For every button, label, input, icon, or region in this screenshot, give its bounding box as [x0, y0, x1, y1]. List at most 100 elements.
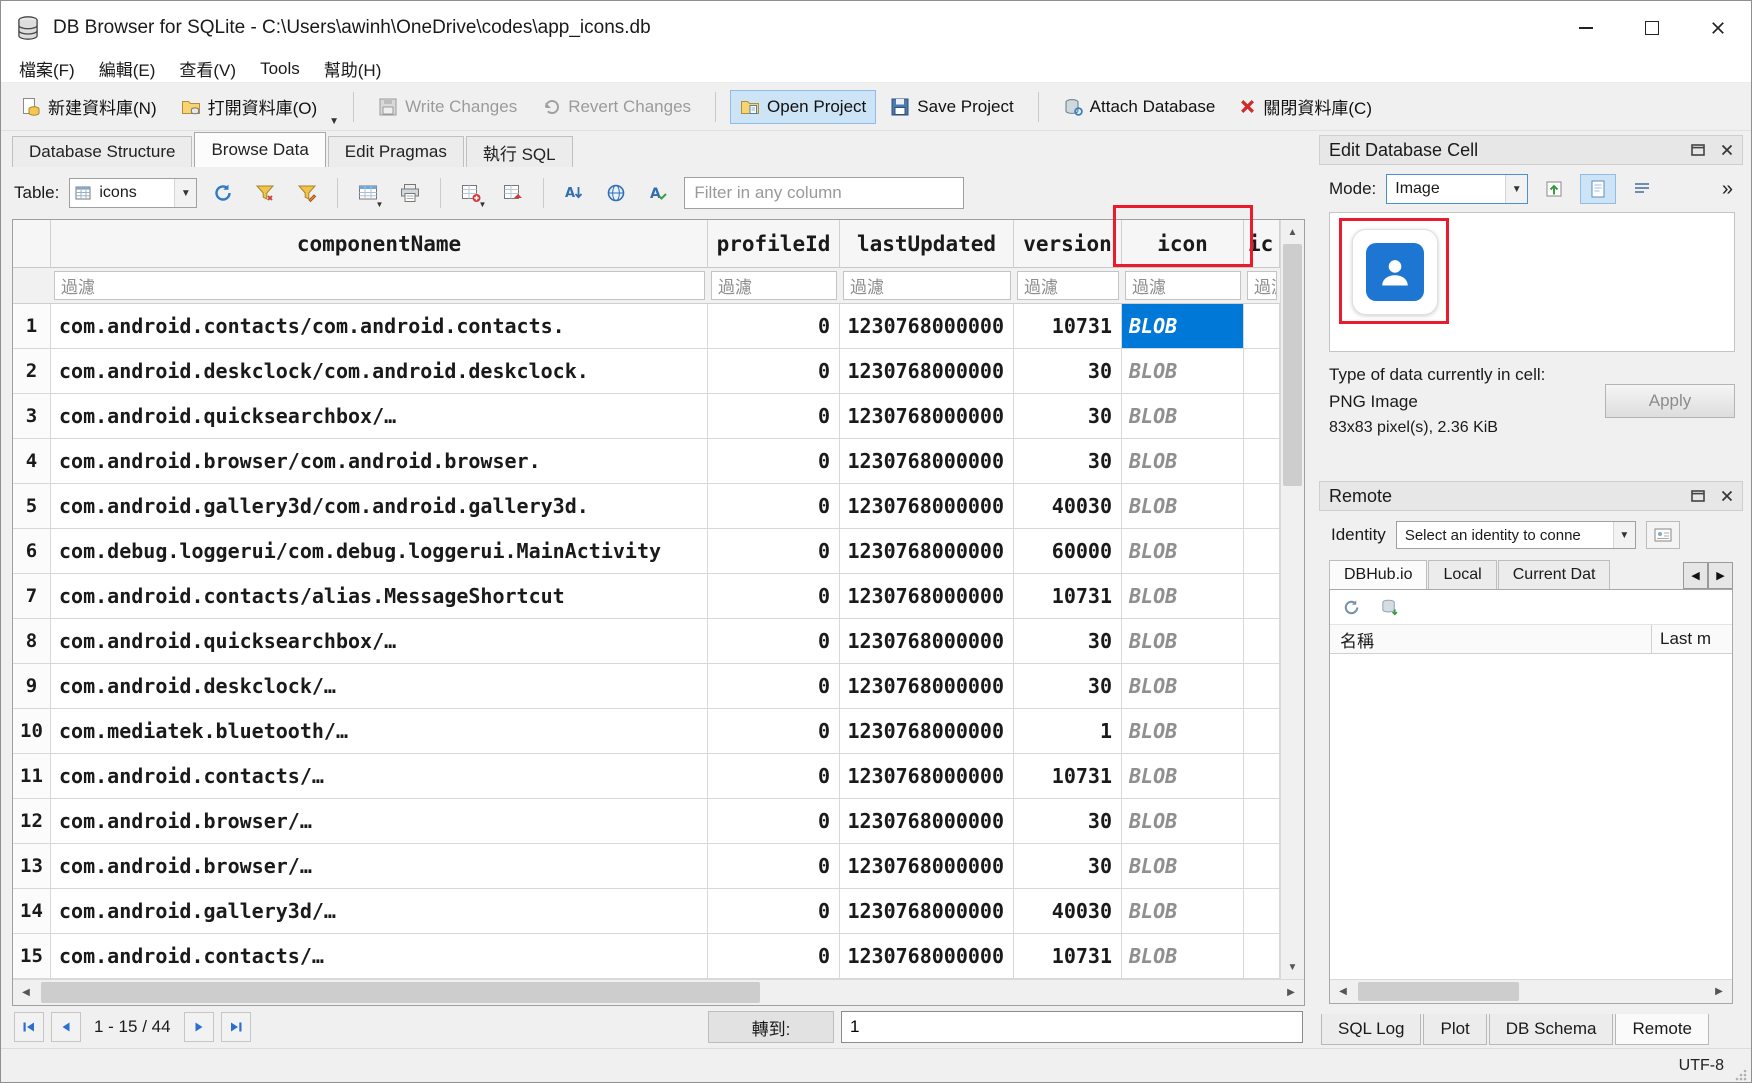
cell-partial[interactable] [1244, 394, 1280, 439]
spell-check-button[interactable]: A [642, 177, 674, 209]
new-database-button[interactable]: 新建資料庫(N) [11, 87, 167, 126]
tab-local[interactable]: Local [1428, 560, 1496, 589]
cell-partial[interactable] [1244, 484, 1280, 529]
row-number[interactable]: 2 [13, 349, 51, 394]
cell-icon-blob[interactable]: BLOB [1122, 664, 1244, 709]
filter-profileid-input[interactable]: 過濾 [711, 271, 837, 300]
resize-grip[interactable] [1732, 1066, 1748, 1082]
attach-database-button[interactable]: Attach Database [1053, 90, 1226, 124]
cell-component-name[interactable]: com.android.contacts/alias.MessageShortc… [51, 574, 708, 619]
tab-browse-data[interactable]: Browse Data [194, 132, 325, 167]
cell-icon-blob[interactable]: BLOB [1122, 889, 1244, 934]
row-number[interactable]: 11 [13, 754, 51, 799]
scroll-right-button[interactable]: ▶ [1278, 980, 1304, 1005]
cell-component-name[interactable]: com.android.deskclock/com.android.deskcl… [51, 349, 708, 394]
cell-profile-id[interactable]: 0 [708, 799, 840, 844]
row-number[interactable]: 5 [13, 484, 51, 529]
cell-icon-blob[interactable]: BLOB [1122, 709, 1244, 754]
column-header-componentname[interactable]: componentName [51, 220, 708, 268]
cell-version[interactable]: 30 [1014, 664, 1122, 709]
cell-last-updated[interactable]: 1230768000000 [840, 799, 1014, 844]
cell-icon-blob[interactable]: BLOB [1122, 844, 1244, 889]
cell-component-name[interactable]: com.android.browser/… [51, 799, 708, 844]
filter-componentname-input[interactable]: 過濾 [54, 271, 705, 300]
maximize-button[interactable] [1619, 1, 1685, 55]
menu-view[interactable]: 查看(V) [167, 55, 248, 82]
cell-component-name[interactable]: com.android.gallery3d/com.android.galler… [51, 484, 708, 529]
vertical-scrollbar[interactable]: ▲ ▼ [1280, 220, 1304, 979]
float-panel-button[interactable] [1691, 144, 1705, 156]
cell-component-name[interactable]: com.android.quicksearchbox/… [51, 619, 708, 664]
close-database-button[interactable]: 關閉資料庫(C) [1229, 87, 1382, 126]
cell-icon-blob[interactable]: BLOB [1122, 529, 1244, 574]
cell-partial[interactable] [1244, 574, 1280, 619]
cell-icon-blob[interactable]: BLOB [1122, 394, 1244, 439]
horizontal-scroll-track[interactable] [1356, 980, 1706, 1003]
save-results-button[interactable]: ▼ [352, 177, 384, 209]
filter-partial-input[interactable]: 過濾 [1247, 271, 1277, 300]
remote-horizontal-scrollbar[interactable]: ◀ ▶ [1330, 979, 1732, 1003]
remote-column-last-modified[interactable]: Last m [1652, 625, 1732, 653]
tab-scroll-right-button[interactable]: ▶ [1708, 562, 1733, 589]
menu-help[interactable]: 幫助(H) [312, 55, 394, 82]
clear-filters-button[interactable] [249, 177, 281, 209]
tab-scroll-left-button[interactable]: ◀ [1683, 562, 1708, 589]
horizontal-scroll-track[interactable] [39, 980, 1278, 1005]
cell-profile-id[interactable]: 0 [708, 349, 840, 394]
minimize-button[interactable] [1553, 1, 1619, 55]
scroll-left-button[interactable]: ◀ [1330, 980, 1356, 1003]
menu-tools[interactable]: Tools [248, 55, 312, 82]
cell-version[interactable]: 30 [1014, 349, 1122, 394]
cell-last-updated[interactable]: 1230768000000 [840, 529, 1014, 574]
cell-partial[interactable] [1244, 349, 1280, 394]
cell-profile-id[interactable]: 0 [708, 754, 840, 799]
tab-sql-log[interactable]: SQL Log [1321, 1014, 1421, 1045]
row-number[interactable]: 6 [13, 529, 51, 574]
cell-component-name[interactable]: com.android.browser/com.android.browser. [51, 439, 708, 484]
cell-partial[interactable] [1244, 934, 1280, 979]
cell-last-updated[interactable]: 1230768000000 [840, 619, 1014, 664]
filter-lastupdated-input[interactable]: 過濾 [843, 271, 1011, 300]
column-header-profileid[interactable]: profileId [708, 220, 840, 268]
menu-edit[interactable]: 編輯(E) [87, 55, 168, 82]
cell-version[interactable]: 30 [1014, 439, 1122, 484]
cell-icon-blob[interactable]: BLOB [1122, 754, 1244, 799]
cell-component-name[interactable]: com.debug.loggerui/com.debug.loggerui.Ma… [51, 529, 708, 574]
cell-component-name[interactable]: com.android.contacts/com.android.contact… [51, 304, 708, 349]
cell-icon-blob[interactable]: BLOB [1122, 934, 1244, 979]
sort-ascending-button[interactable]: A [558, 177, 590, 209]
next-record-button[interactable] [184, 1012, 214, 1042]
cell-icon-blob[interactable]: BLOB [1122, 349, 1244, 394]
cell-profile-id[interactable]: 0 [708, 574, 840, 619]
apply-button[interactable]: Apply [1605, 384, 1735, 418]
cell-profile-id[interactable]: 0 [708, 664, 840, 709]
row-number[interactable]: 9 [13, 664, 51, 709]
cell-version[interactable]: 30 [1014, 619, 1122, 664]
cell-component-name[interactable]: com.android.browser/… [51, 844, 708, 889]
cell-icon-blob[interactable]: BLOB [1122, 304, 1244, 349]
refresh-button[interactable] [207, 177, 239, 209]
menu-file[interactable]: 檔案(F) [7, 55, 87, 82]
previous-record-button[interactable] [51, 1012, 81, 1042]
row-number[interactable]: 15 [13, 934, 51, 979]
cell-component-name[interactable]: com.android.quicksearchbox/… [51, 394, 708, 439]
scroll-right-button[interactable]: ▶ [1706, 980, 1732, 1003]
vertical-scroll-track[interactable] [1281, 244, 1304, 955]
print-button[interactable] [394, 177, 426, 209]
write-changes-button[interactable]: Write Changes [368, 90, 527, 124]
scroll-left-button[interactable]: ◀ [13, 980, 39, 1005]
row-number[interactable]: 8 [13, 619, 51, 664]
column-header-partial[interactable]: ic [1244, 220, 1280, 268]
mode-select[interactable]: Image ▼ [1386, 174, 1528, 204]
cell-partial[interactable] [1244, 709, 1280, 754]
cell-version[interactable]: 40030 [1014, 889, 1122, 934]
row-number[interactable]: 3 [13, 394, 51, 439]
row-number[interactable]: 12 [13, 799, 51, 844]
cell-component-name[interactable]: com.android.contacts/… [51, 754, 708, 799]
delete-record-button[interactable] [497, 177, 529, 209]
cell-last-updated[interactable]: 1230768000000 [840, 709, 1014, 754]
cell-component-name[interactable]: com.android.contacts/… [51, 934, 708, 979]
cell-last-updated[interactable]: 1230768000000 [840, 349, 1014, 394]
cell-last-updated[interactable]: 1230768000000 [840, 574, 1014, 619]
cell-version[interactable]: 40030 [1014, 484, 1122, 529]
